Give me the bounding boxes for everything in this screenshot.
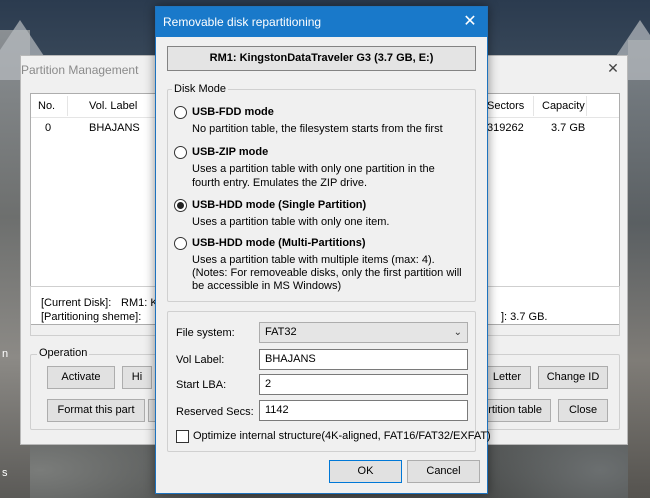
desktop-label: s (2, 467, 8, 479)
mode-description: Uses a partition table with only one ite… (192, 216, 390, 228)
format-partition-button[interactable]: Format this part (47, 399, 145, 422)
change-id-button[interactable]: Change ID (538, 366, 608, 389)
radio-button[interactable] (174, 106, 187, 119)
file-system-select[interactable]: FAT32 ⌄ (259, 322, 468, 343)
cell-label: BHAJANS (89, 122, 140, 134)
radio-usb-hdd-single[interactable]: USB-HDD mode (Single Partition) (174, 198, 464, 214)
chevron-down-icon: ⌄ (453, 327, 462, 338)
window-title: Partition Management (21, 63, 139, 77)
optimize-checkbox[interactable] (176, 430, 189, 443)
radio-button-selected[interactable] (174, 199, 187, 212)
radio-label[interactable]: USB-FDD mode (192, 106, 274, 118)
ok-button[interactable]: OK (329, 460, 402, 483)
repartition-dialog: Removable disk repartitioning ✕ RM1: Kin… (155, 6, 491, 494)
column-header[interactable]: Sectors (487, 96, 524, 116)
reserved-secs-label: Reserved Secs: (176, 406, 254, 418)
column-header[interactable]: No. (38, 96, 55, 116)
radio-usb-fdd[interactable]: USB-FDD mode (174, 105, 464, 121)
start-lba-input[interactable]: 2 (259, 374, 468, 395)
close-button[interactable]: Close (558, 399, 608, 422)
close-icon[interactable]: ✕ (605, 60, 621, 76)
dialog-title-bar[interactable]: Removable disk repartitioning ✕ (156, 7, 487, 37)
disk-mode-label: Disk Mode (172, 83, 228, 95)
activate-button[interactable]: Activate (47, 366, 115, 389)
radio-usb-zip[interactable]: USB-ZIP mode (174, 145, 464, 161)
partitioning-label: [Partitioning sheme]: (41, 311, 142, 323)
radio-label[interactable]: USB-HDD mode (Multi-Partitions) (192, 237, 366, 249)
cell-no: 0 (45, 122, 52, 134)
mode-description: be accessible in MS Windows) (192, 280, 342, 292)
column-header[interactable]: Vol. Label (89, 96, 137, 116)
optimize-label[interactable]: Optimize internal structure(4K-aligned, … (193, 430, 491, 442)
hide-button[interactable]: Hi (122, 366, 152, 389)
radio-button[interactable] (174, 237, 187, 250)
file-system-label: File system: (176, 327, 235, 339)
radio-usb-hdd-multi[interactable]: USB-HDD mode (Multi-Partitions) (174, 236, 464, 252)
partitioning-value: ]: 3.7 GB. (501, 311, 548, 323)
cancel-button[interactable]: Cancel (407, 460, 480, 483)
operation-label: Operation (37, 347, 90, 359)
reserved-secs-input[interactable]: 1142 (259, 400, 468, 421)
mode-description: Uses a partition table with multiple ite… (192, 254, 435, 266)
dialog-title: Removable disk repartitioning (163, 15, 322, 29)
cell-capacity: 3.7 GB (551, 122, 586, 134)
disk-name: RM1: KingstonDataTraveler G3 (3.7 GB, E:… (167, 46, 476, 71)
radio-button[interactable] (174, 146, 187, 159)
file-system-value: FAT32 (265, 326, 297, 338)
mode-description: fourth entry. Emulates the ZIP drive. (192, 177, 368, 189)
column-header[interactable]: Capacity (542, 96, 585, 116)
cell-sectors: 319262 (487, 122, 524, 134)
vol-label-input[interactable]: BHAJANS (259, 349, 468, 370)
radio-label[interactable]: USB-HDD mode (Single Partition) (192, 199, 366, 211)
mode-description: No partition table, the filesystem start… (192, 123, 443, 135)
current-disk-label: [Current Disk]: (41, 297, 112, 309)
desktop-label: n (2, 348, 9, 360)
desktop-mountain-right (628, 40, 650, 498)
close-icon[interactable]: ✕ (456, 11, 484, 33)
disk-mode-group: Disk Mode USB-FDD mode No partition tabl… (167, 83, 476, 302)
mode-description: Uses a partition table with only one par… (192, 163, 435, 175)
mode-description: (Notes: For removeable disks, only the f… (192, 267, 462, 279)
start-lba-label: Start LBA: (176, 379, 227, 391)
vol-label-label: Vol Label: (176, 354, 225, 366)
radio-label[interactable]: USB-ZIP mode (192, 146, 268, 158)
current-disk-value: RM1: K (121, 297, 158, 309)
